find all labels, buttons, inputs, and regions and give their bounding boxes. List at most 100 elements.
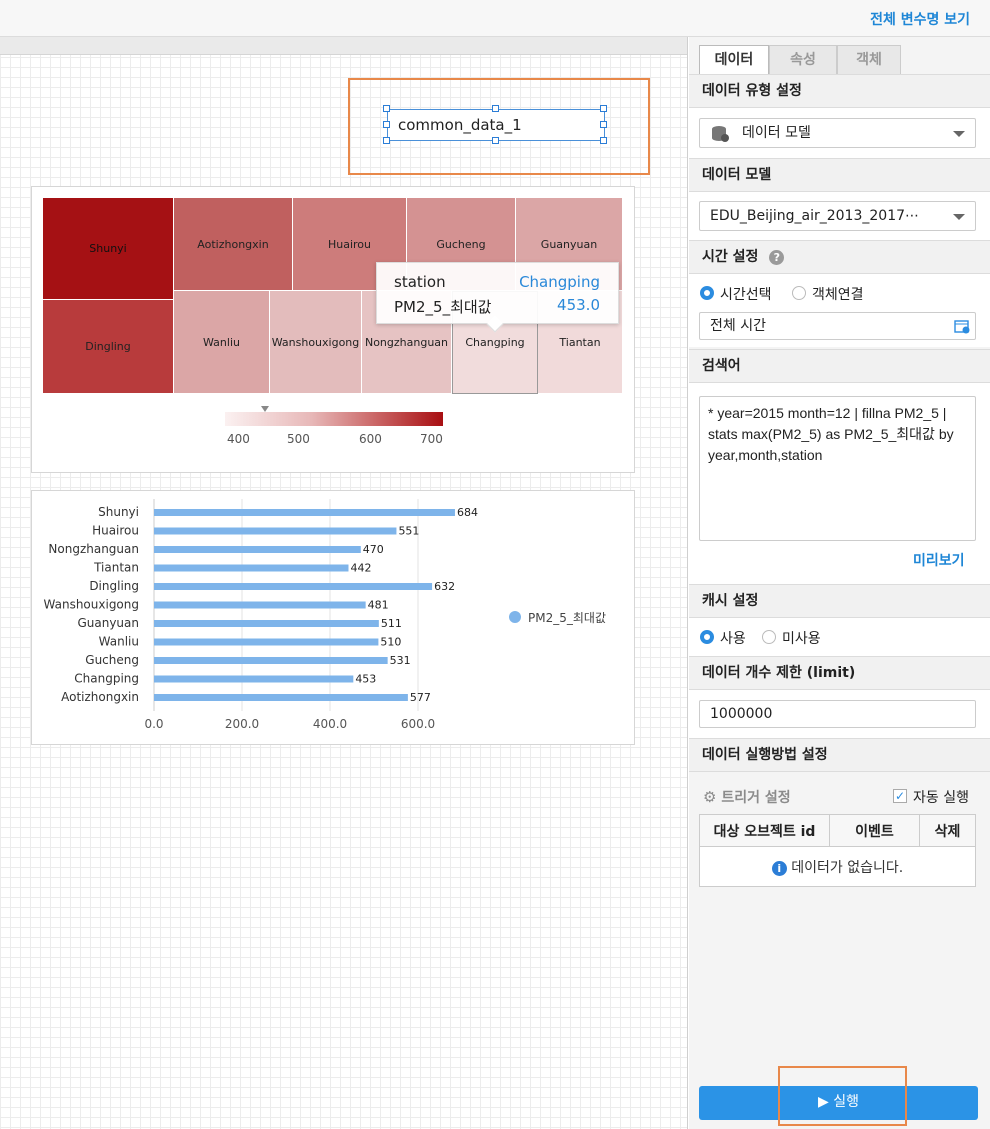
bar-chart: 0.0 200.0 400.0 600.0 Shunyi 684 Huairou 551 Non… <box>44 499 606 731</box>
treemap-cell[interactable]: Aotizhongxin <box>174 198 293 291</box>
bar <box>154 694 408 701</box>
bar <box>154 546 361 553</box>
query-textarea[interactable]: * year=2015 month=12 | fillna PM2_5 | st… <box>699 396 976 541</box>
chevron-down-icon <box>953 131 965 137</box>
database-icon <box>712 126 729 142</box>
y-category-label: Wanliu <box>99 635 139 649</box>
treemap-cell[interactable]: Dingling <box>43 300 174 394</box>
col-event: 이벤트 <box>829 814 920 847</box>
data-model-value: EDU_Beijing_air_2013_2017⋯ <box>710 208 920 224</box>
y-category-label: Nongzhanguan <box>48 542 139 556</box>
time-select-label: 시간선택 <box>720 287 772 303</box>
cache-nouse-label: 미사용 <box>782 631 821 647</box>
data-model-body: EDU_Beijing_air_2013_2017⋯ <box>689 192 990 240</box>
gear-icon: ⚙ <box>703 788 717 806</box>
chevron-down-icon <box>953 214 965 220</box>
tooltip-station-value: Changping <box>519 273 600 291</box>
bar <box>154 509 455 516</box>
time-range-input[interactable]: 전체 시간 <box>699 312 976 340</box>
resize-handle[interactable] <box>383 137 390 144</box>
resize-handle[interactable] <box>492 137 499 144</box>
top-bar: 전체 변수명 보기 <box>0 0 990 37</box>
bar-data-label: 577 <box>410 691 431 704</box>
object-link-label: 객체연결 <box>812 287 864 303</box>
time-settings-body: 시간선택 객체연결 전체 시간 <box>689 274 990 347</box>
color-legend-bar <box>225 412 443 426</box>
bar-data-label: 511 <box>381 617 402 630</box>
tab-properties[interactable]: 속성 <box>769 45 837 74</box>
treemap-widget[interactable]: Shunyi Aotizhongxin Huairou Gucheng Guan… <box>31 186 635 473</box>
run-button-highlight <box>778 1066 907 1126</box>
data-type-select[interactable]: 데이터 모델 <box>699 118 976 148</box>
trigger-table: 대상 오브젝트 id 이벤트 삭제 i 데이터가 없습니다. <box>699 814 976 887</box>
y-category-label: Changping <box>74 672 139 686</box>
query-body: * year=2015 month=12 | fillna PM2_5 | st… <box>689 383 990 584</box>
treemap-cell[interactable]: Shunyi <box>43 198 174 300</box>
cache-use-label: 사용 <box>720 631 746 647</box>
auto-run-label: 자동 실행 <box>913 790 969 806</box>
limit-input[interactable]: 1000000 <box>699 700 976 728</box>
empty-table-row: i 데이터가 없습니다. <box>699 846 976 887</box>
legend-tick: 700 <box>420 432 443 446</box>
bar-chart-widget[interactable]: 0.0 200.0 400.0 600.0 Shunyi 684 Huairou 551 Non… <box>31 490 635 745</box>
info-icon: i <box>771 860 787 876</box>
bar-data-label: 510 <box>380 636 401 649</box>
resize-handle[interactable] <box>600 105 607 112</box>
no-data-text: 데이터가 없습니다. <box>791 859 904 876</box>
resize-handle[interactable] <box>383 105 390 112</box>
resize-handle[interactable] <box>492 105 499 112</box>
bar <box>154 620 379 627</box>
help-icon[interactable]: ? <box>769 249 785 265</box>
bar <box>154 657 388 664</box>
bar <box>154 564 349 572</box>
bar-data-label: 453 <box>355 673 376 686</box>
show-all-variables-link[interactable]: 전체 변수명 보기 <box>870 9 970 29</box>
tooltip-metric-value: 453.0 <box>557 296 600 314</box>
design-canvas[interactable]: common_data_1 Shunyi Aotizhongxin Huairo… <box>0 37 688 1129</box>
col-target-id: 대상 오브젝트 id <box>699 814 830 847</box>
cache-nouse-radio[interactable] <box>762 630 776 644</box>
bar-data-label: 531 <box>390 654 411 667</box>
y-category-label: Aotizhongxin <box>61 690 139 704</box>
time-settings-header: 시간 설정 ? <box>689 240 990 274</box>
data-label-text: common_data_1 <box>398 116 522 134</box>
resize-handle[interactable] <box>600 121 607 128</box>
data-type-header: 데이터 유형 설정 <box>689 74 990 108</box>
auto-run-checkbox[interactable]: ✓ <box>893 789 907 803</box>
resize-handle[interactable] <box>383 121 390 128</box>
bar <box>154 601 366 609</box>
legend-tick: 600 <box>359 432 382 446</box>
x-tick-label: 600.0 <box>401 717 435 731</box>
y-category-label: Shunyi <box>98 505 139 519</box>
time-select-radio[interactable] <box>700 286 714 300</box>
cache-header: 캐시 설정 <box>689 584 990 618</box>
bar-data-label: 442 <box>350 562 371 575</box>
y-category-label: Huairou <box>92 524 139 538</box>
treemap-cell[interactable]: Wanliu <box>174 291 270 394</box>
properties-panel: 데이터 속성 객체 데이터 유형 설정 데이터 모델 데이터 모델 EDU_Be… <box>689 37 990 1129</box>
x-tick-label: 0.0 <box>144 717 163 731</box>
cache-body: 사용 미사용 <box>689 618 990 656</box>
preview-link[interactable]: 미리보기 <box>913 550 965 570</box>
data-model-select[interactable]: EDU_Beijing_air_2013_2017⋯ <box>699 201 976 231</box>
treemap-tooltip: station Changping PM2_5_최대값 453.0 <box>376 262 619 333</box>
data-type-body: 데이터 모델 <box>689 108 990 158</box>
bar <box>154 527 397 535</box>
y-category-label: Guanyuan <box>77 616 139 630</box>
trigger-settings-button[interactable]: ⚙ 트리거 설정 <box>703 787 791 807</box>
limit-body: 1000000 <box>689 690 990 738</box>
y-category-label: Tiantan <box>93 561 139 575</box>
treemap-cell[interactable]: Wanshouxigong <box>270 291 362 394</box>
canvas-ruler <box>0 37 687 55</box>
legend-tick: 500 <box>287 432 310 446</box>
tab-data[interactable]: 데이터 <box>699 45 769 74</box>
tooltip-station-key: station <box>394 273 446 291</box>
object-link-radio[interactable] <box>792 286 806 300</box>
resize-handle[interactable] <box>600 137 607 144</box>
bar-data-label: 632 <box>434 580 455 593</box>
calendar-icon[interactable] <box>954 318 970 334</box>
cache-use-radio[interactable] <box>700 630 714 644</box>
y-category-label: Gucheng <box>85 653 139 667</box>
tab-objects[interactable]: 객체 <box>837 45 901 74</box>
y-category-label: Wanshouxigong <box>44 598 139 612</box>
